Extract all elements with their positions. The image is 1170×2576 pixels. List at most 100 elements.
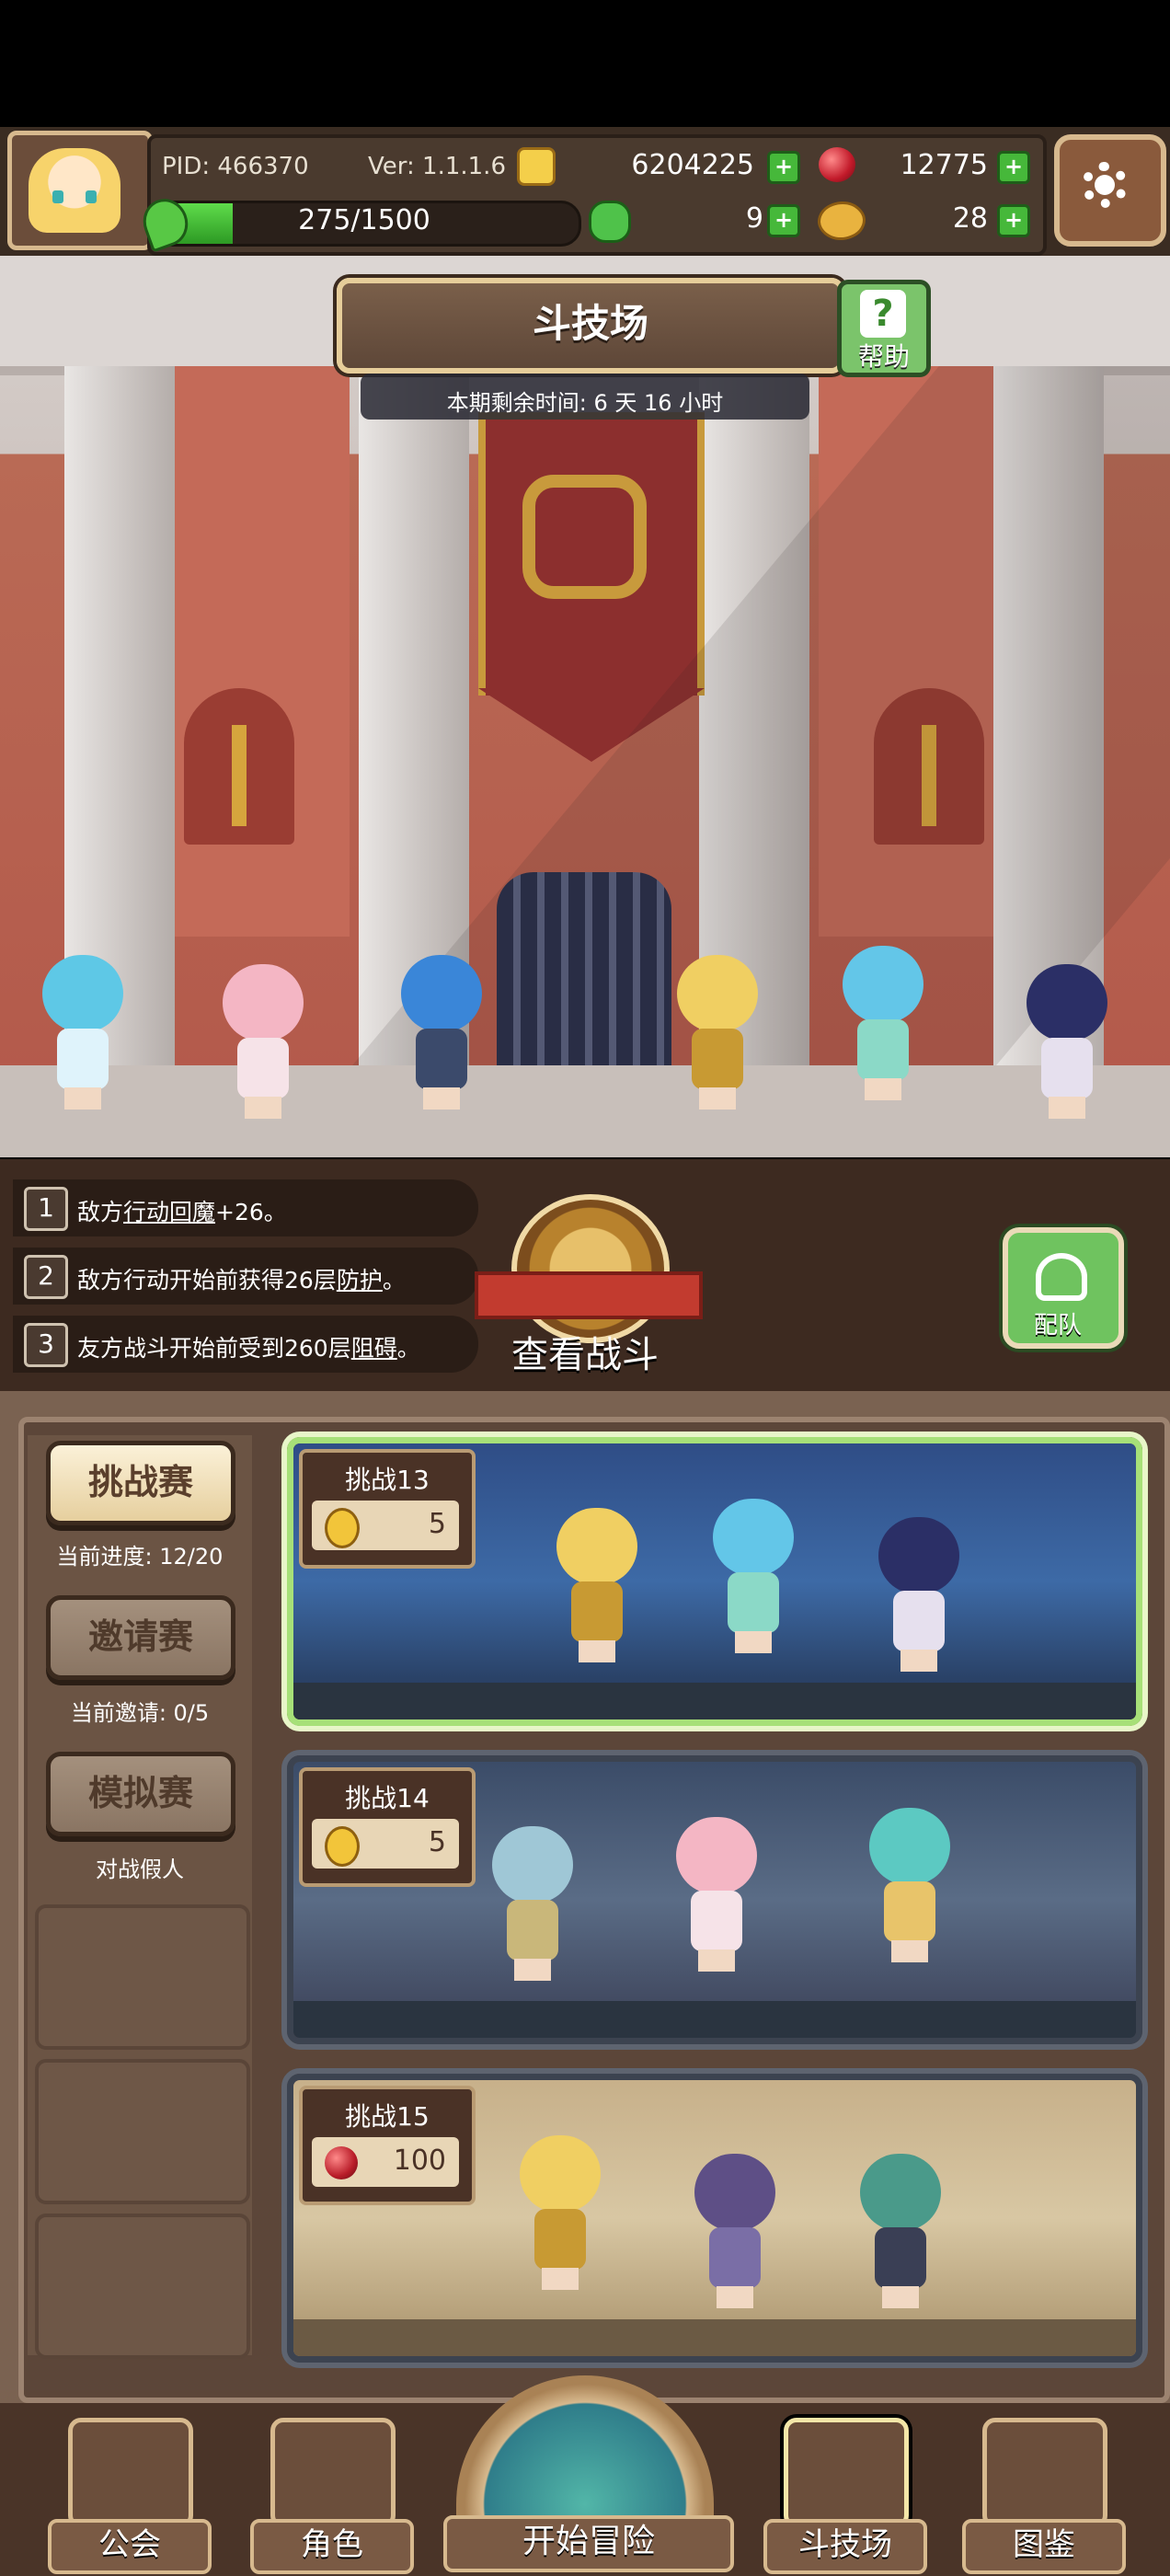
team-setup-label[interactable]: 配队 — [1003, 1306, 1113, 1340]
coin-count: 6204225 — [631, 149, 754, 181]
player-id: PID: 466370 — [162, 153, 309, 180]
rule-keyword-link[interactable]: 行动回魔 — [123, 1199, 215, 1225]
character-sprite — [208, 964, 318, 1121]
challenge-badge: 挑战15 100 — [299, 2086, 476, 2205]
rule-row: 2 敌方行动开始前获得26层防护。 — [13, 1248, 478, 1305]
settings-button[interactable] — [1054, 134, 1166, 247]
clover-icon — [589, 201, 631, 243]
battle-ribbon — [475, 1271, 703, 1319]
character-sprite — [386, 955, 497, 1111]
empty-mode-slot — [35, 2214, 250, 2359]
challenge-badge: 挑战14 5 — [299, 1767, 476, 1887]
coin-icon — [517, 147, 556, 186]
gem-count: 12775 — [900, 149, 988, 181]
nav-adventure-label: 开始冒险 — [443, 2515, 734, 2572]
challenge-cost: 5 — [428, 1826, 446, 1858]
avatar-eye-left — [52, 190, 63, 203]
team-icon — [1036, 1253, 1087, 1301]
character-sprite — [1012, 964, 1122, 1121]
nav-arena[interactable]: 斗技场 — [763, 2410, 927, 2574]
rule-number: 1 — [24, 1187, 68, 1231]
character-sprite — [828, 946, 938, 1102]
empty-mode-slot — [35, 2059, 250, 2204]
sword-niche-left — [184, 688, 294, 845]
opponent-sprite — [505, 2135, 615, 2292]
opponent-sprite — [698, 1499, 809, 1655]
help-label[interactable]: 帮助 — [837, 337, 931, 374]
guild-house-icon — [68, 2418, 193, 2528]
sword-icon — [232, 725, 247, 826]
nav-codex-label: 图鉴 — [962, 2519, 1126, 2574]
gem-icon — [819, 147, 855, 182]
challenge-card[interactable]: 挑战14 5 — [287, 1755, 1142, 2044]
character-face-icon — [270, 2418, 396, 2528]
bread-count: 28 — [952, 202, 988, 235]
scene-floor — [0, 1065, 1170, 1157]
challenge-cost: 100 — [393, 2145, 446, 2177]
rule-row: 3 友方战斗开始前受到260层阻碍。 — [13, 1316, 478, 1373]
rule-number: 2 — [24, 1255, 68, 1299]
avatar-face — [29, 148, 120, 233]
season-timer-text: 本期剩余时间: 6 天 16 小时 — [446, 390, 724, 416]
rule-keyword-link[interactable]: 阻碍 — [351, 1335, 397, 1362]
nav-arena-label: 斗技场 — [763, 2519, 927, 2574]
nav-character-label: 角色 — [250, 2519, 414, 2574]
challenge-card[interactable]: 挑战15 100 — [287, 2074, 1142, 2363]
arena-banner — [478, 412, 705, 696]
tab-challenge[interactable]: 挑战赛 — [46, 1441, 235, 1525]
nav-start-adventure[interactable]: 开始冒险 — [443, 2375, 734, 2576]
challenge-badge: 挑战13 5 — [299, 1449, 476, 1569]
rule-number: 3 — [24, 1323, 68, 1367]
challenge-title: 挑战15 — [345, 2101, 430, 2132]
tab-simulation[interactable]: 模拟赛 — [46, 1752, 235, 1836]
add-coins-button[interactable]: + — [767, 151, 800, 184]
challenge-title: 挑战14 — [345, 1783, 430, 1813]
challenge-title: 挑战13 — [345, 1465, 430, 1495]
nav-codex[interactable]: 图鉴 — [962, 2410, 1126, 2574]
opponent-sprite — [542, 1508, 652, 1664]
crossed-swords-icon — [511, 1194, 670, 1343]
opponent-sprite — [680, 2154, 790, 2310]
rule-text: 敌方行动回魔+26。 — [77, 1199, 287, 1225]
opponent-sprite — [855, 1808, 965, 1964]
tab-invitational[interactable]: 邀请赛 — [46, 1595, 235, 1680]
scene-red-wall-left — [175, 366, 350, 937]
clover-count: 9 — [745, 202, 763, 235]
nav-guild[interactable]: 公会 — [48, 2410, 212, 2574]
add-gems-button[interactable]: + — [997, 151, 1030, 184]
version-label: Ver: 1.1.1.6 — [368, 153, 506, 180]
invitational-progress: 当前邀请: 0/5 — [70, 1700, 210, 1726]
rule-keyword-link[interactable]: 防护 — [337, 1267, 383, 1294]
opponent-sprite — [864, 1517, 974, 1673]
add-bread-button[interactable]: + — [997, 204, 1030, 237]
coin-icon — [325, 1508, 360, 1548]
add-clover-button[interactable]: + — [767, 204, 800, 237]
simulation-subtitle: 对战假人 — [96, 1857, 184, 1882]
challenge-progress: 当前进度: 12/20 — [56, 1544, 224, 1570]
opponent-sprite — [477, 1826, 588, 1983]
challenge-card[interactable]: 挑战13 5 — [287, 1437, 1142, 1726]
rule-text: 友方战斗开始前受到260层阻碍。 — [77, 1335, 420, 1362]
challenge-cost: 5 — [428, 1508, 446, 1540]
book-icon — [982, 2418, 1107, 2528]
character-sprite — [28, 955, 138, 1111]
nav-character[interactable]: 角色 — [250, 2410, 414, 2574]
crossed-swords-icon — [784, 2418, 909, 2528]
character-sprite — [662, 955, 773, 1111]
page-title: 斗技场 — [532, 301, 648, 346]
empty-mode-slot — [35, 1904, 250, 2050]
coin-icon — [325, 1826, 360, 1867]
opponent-sprite — [661, 1817, 772, 1973]
gear-icon-core — [1095, 175, 1115, 195]
banner-emblem — [522, 475, 647, 599]
question-icon: ? — [860, 290, 906, 338]
opponent-sprite — [845, 2154, 956, 2310]
nav-guild-label: 公会 — [48, 2519, 212, 2574]
player-avatar[interactable] — [7, 131, 153, 250]
rule-text: 敌方行动开始前获得26层防护。 — [77, 1267, 406, 1294]
rule-row: 1 敌方行动回魔+26。 — [13, 1179, 478, 1236]
avatar-eye-right — [86, 190, 97, 203]
energy-value: 275/1500 — [298, 204, 430, 236]
gem-icon — [325, 2146, 358, 2179]
view-battle-label[interactable]: 查看战斗 — [475, 1325, 695, 1378]
